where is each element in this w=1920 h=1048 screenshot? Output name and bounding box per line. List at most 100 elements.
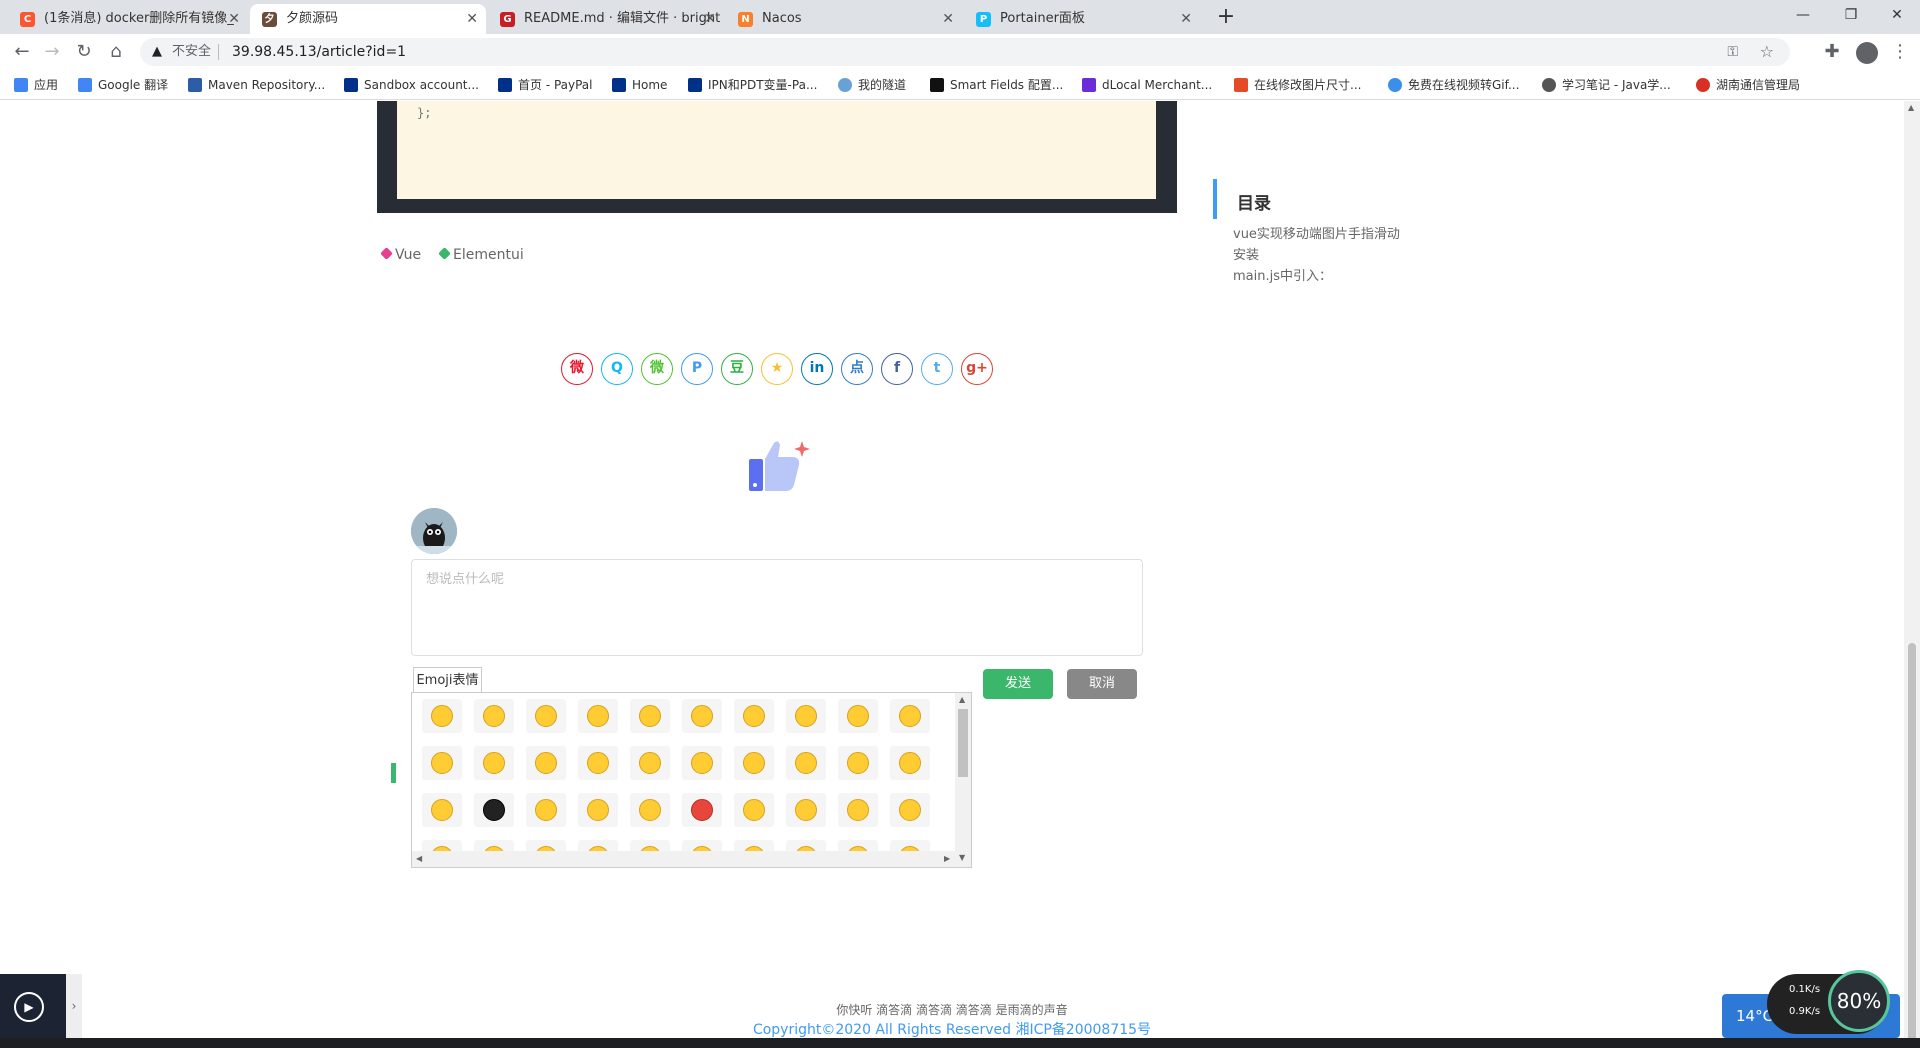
star-icon[interactable]: ☆ [1760, 38, 1774, 66]
emoji-item[interactable] [734, 699, 774, 733]
emoji-item[interactable] [526, 793, 566, 827]
emoji-item[interactable] [630, 746, 670, 780]
emoji-item[interactable] [682, 746, 722, 780]
toc-item[interactable]: 安装 [1233, 244, 1259, 263]
emoji-tab[interactable]: Emoji表情 [413, 667, 482, 693]
minimize-button[interactable]: — [1780, 0, 1826, 30]
emoji-vertical-scrollbar[interactable]: ▲ ▼ [955, 693, 971, 867]
back-icon[interactable]: ← [10, 40, 34, 64]
new-tab-button[interactable]: + [1212, 4, 1240, 32]
emoji-item[interactable] [734, 746, 774, 780]
emoji-item[interactable] [734, 793, 774, 827]
facebook-icon[interactable]: f [881, 353, 913, 385]
bookmark-resize-image[interactable]: 在线修改图片尺寸... [1234, 70, 1361, 100]
weibo-icon[interactable]: 微 [561, 353, 593, 385]
emoji-item[interactable] [422, 793, 462, 827]
bookmark-tunnel[interactable]: 我的隧道 [838, 70, 906, 100]
google-plus-icon[interactable]: g+ [961, 353, 993, 385]
emoji-item[interactable] [890, 746, 930, 780]
close-icon[interactable]: ✕ [1180, 4, 1192, 34]
page-scroll-thumb[interactable] [1908, 643, 1916, 1048]
favorite-icon[interactable]: ★ [761, 353, 793, 385]
emoji-item[interactable] [630, 793, 670, 827]
close-icon[interactable]: ✕ [466, 4, 478, 34]
twitter-icon[interactable]: t [921, 353, 953, 385]
emoji-panel[interactable]: ▲ ▼ ◀ ▶ [411, 692, 972, 868]
bookmark-smart-fields[interactable]: Smart Fields 配置... [930, 70, 1063, 100]
expand-player-icon[interactable]: › [66, 974, 82, 1038]
menu-icon[interactable]: ⋮ [1888, 40, 1912, 64]
comment-textarea[interactable]: 想说点什么呢 [411, 559, 1143, 656]
emoji-horizontal-scrollbar[interactable]: ◀ ▶ [412, 851, 957, 867]
diandian-icon[interactable]: 点 [841, 353, 873, 385]
emoji-item[interactable] [890, 699, 930, 733]
emoji-item[interactable] [526, 699, 566, 733]
music-player[interactable]: ▶ › [0, 974, 82, 1038]
toc-item[interactable]: main.js中引入： [1233, 265, 1332, 284]
emoji-item[interactable] [682, 699, 722, 733]
scroll-down-icon[interactable]: ▼ [959, 853, 965, 862]
tab-xiyan[interactable]: 夕 夕颜源码 ✕ [250, 4, 486, 34]
bookmark-google-translate[interactable]: Google 翻译 [78, 70, 168, 100]
emoji-item[interactable] [682, 793, 722, 827]
forward-icon[interactable]: → [40, 40, 64, 64]
bookmark-video-gif[interactable]: 免费在线视频转Gif... [1388, 70, 1519, 100]
bookmark-java-notes[interactable]: 学习笔记 - Java学... [1542, 70, 1671, 100]
home-icon[interactable]: ⌂ [104, 40, 128, 64]
emoji-item[interactable] [890, 793, 930, 827]
tab-portainer[interactable]: P Portainer面板 ✕ [964, 4, 1200, 34]
restore-button[interactable]: ❐ [1828, 0, 1874, 30]
send-button[interactable]: 发送 [983, 669, 1053, 699]
page-scrollbar[interactable]: ▲ [1904, 101, 1920, 1048]
bookmark-maven[interactable]: Maven Repository... [188, 70, 325, 100]
bookmark-ipn[interactable]: IPN和PDT变量-Pa... [688, 70, 817, 100]
bookmark-apps[interactable]: 应用 [14, 70, 58, 100]
emoji-item[interactable] [422, 746, 462, 780]
emoji-item[interactable] [474, 793, 514, 827]
bookmark-paypal-home[interactable]: 首页 - PayPal [498, 70, 593, 100]
tab-gitee[interactable]: G README.md · 编辑文件 · bright ✕ [488, 4, 724, 34]
bookmark-dlocal[interactable]: dLocal Merchant... [1082, 70, 1212, 100]
emoji-item[interactable] [838, 699, 878, 733]
close-icon[interactable]: ✕ [228, 4, 240, 34]
linkedin-icon[interactable]: in [801, 353, 833, 385]
profile-avatar-icon[interactable] [1856, 42, 1878, 64]
bookmark-hunan[interactable]: 湖南通信管理局 [1696, 70, 1800, 100]
scroll-thumb[interactable] [958, 709, 968, 777]
emoji-item[interactable] [786, 746, 826, 780]
scroll-left-icon[interactable]: ◀ [416, 854, 422, 863]
extensions-icon[interactable]: ✚ [1820, 40, 1844, 64]
tab-nacos[interactable]: N Nacos ✕ [726, 4, 962, 34]
emoji-item[interactable] [630, 699, 670, 733]
address-bar[interactable]: ▲ 不安全 39.98.45.13/article?id=1 ⚿ ☆ [140, 38, 1790, 66]
emoji-item[interactable] [474, 699, 514, 733]
emoji-item[interactable] [578, 699, 618, 733]
play-icon[interactable]: ▶ [14, 992, 44, 1022]
scroll-up-icon[interactable]: ▲ [1908, 103, 1914, 112]
toc-item[interactable]: vue实现移动端图片手指滑动 [1233, 223, 1400, 242]
window-close-button[interactable]: ✕ [1874, 0, 1920, 30]
close-icon[interactable]: ✕ [704, 4, 716, 34]
emoji-item[interactable] [578, 746, 618, 780]
douban-icon[interactable]: 豆 [721, 353, 753, 385]
emoji-item[interactable] [422, 699, 462, 733]
memory-gauge[interactable]: 80% [1828, 970, 1890, 1032]
scroll-right-icon[interactable]: ▶ [944, 854, 950, 863]
like-button[interactable] [744, 437, 814, 497]
emoji-item[interactable] [838, 746, 878, 780]
scroll-up-icon[interactable]: ▲ [959, 695, 965, 704]
qq-icon[interactable]: Q [601, 353, 633, 385]
key-icon[interactable]: ⚿ [1727, 38, 1738, 66]
bookmark-sandbox[interactable]: Sandbox account... [344, 70, 479, 100]
tag-elementui[interactable]: Elementui [438, 247, 524, 263]
reload-icon[interactable]: ↻ [72, 40, 96, 64]
wechat-icon[interactable]: 微 [641, 353, 673, 385]
tag-vue[interactable]: Vue [380, 247, 421, 263]
qzone-icon[interactable]: P [681, 353, 713, 385]
emoji-item[interactable] [786, 793, 826, 827]
footer-copyright[interactable]: Copyright©2020 All Rights Reserved 湘ICP备… [0, 1019, 1904, 1039]
emoji-item[interactable] [838, 793, 878, 827]
tab-csdn[interactable]: C (1条消息) docker删除所有镜像_ ✕ [8, 4, 248, 34]
emoji-item[interactable] [578, 793, 618, 827]
emoji-item[interactable] [786, 699, 826, 733]
